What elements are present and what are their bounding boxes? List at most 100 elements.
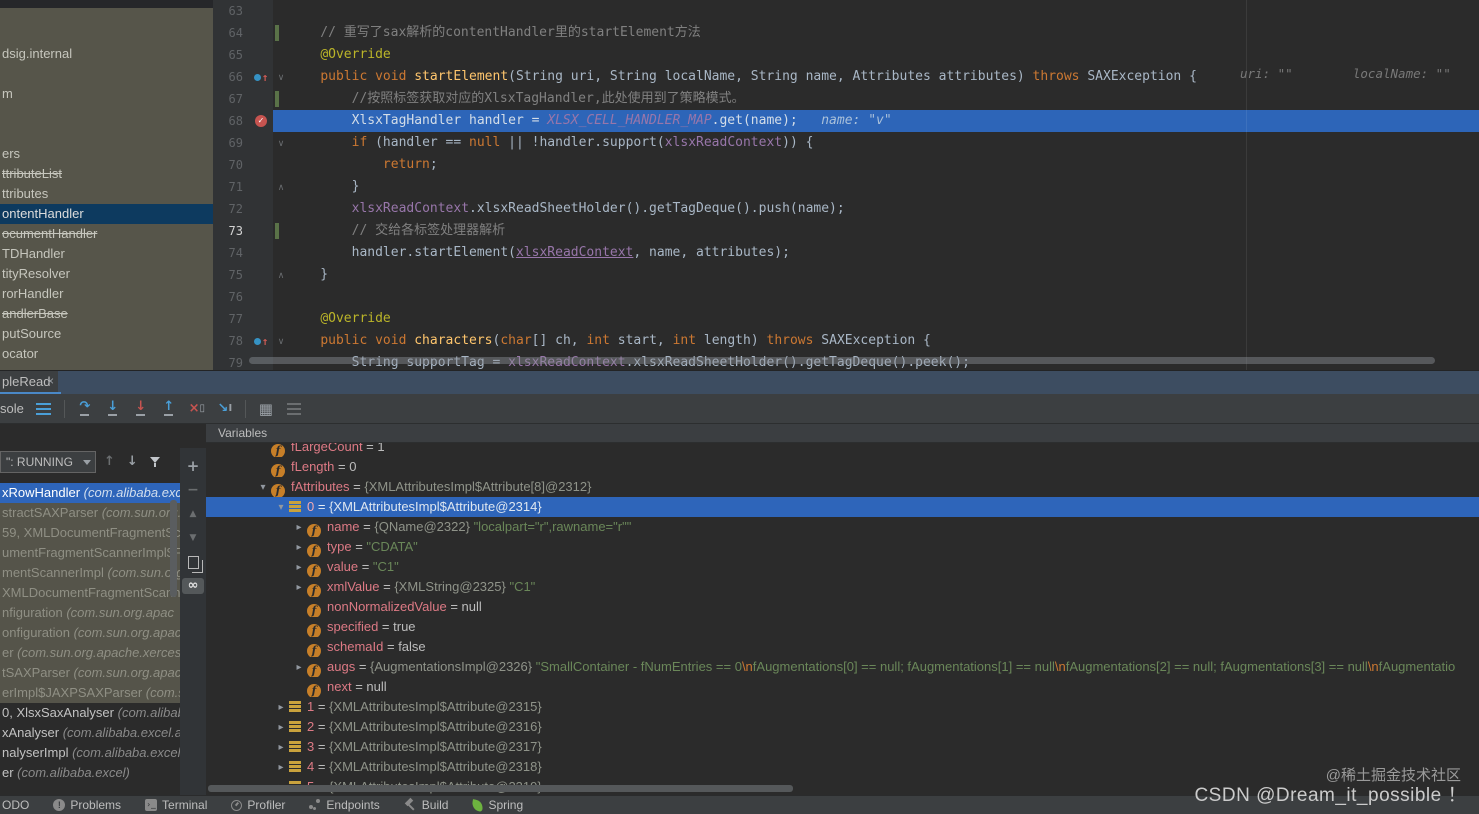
statusbar-item-endpoints[interactable]: Endpoints (309, 798, 379, 812)
editor-pane[interactable]: 6364 // 重写了sax解析的contentHandler里的startEl… (213, 0, 1479, 370)
code-line-71[interactable]: 71∧ } (213, 176, 1479, 198)
frame-row[interactable]: xRowHandler (com.alibaba.exc (0, 483, 180, 503)
frame-row[interactable]: mentScannerImpl (com.sun.org. (0, 563, 180, 583)
variable-row-nonNormalizedValue[interactable]: fnonNormalizedValue = null (206, 597, 1479, 617)
frame-row[interactable]: XMLDocumentFragmentScanne (0, 583, 180, 603)
chevron-closed-icon[interactable]: ▸ (291, 578, 307, 597)
step-over-button[interactable]: ↷ (73, 397, 97, 421)
project-item-tdhandler[interactable]: TDHandler (0, 244, 213, 264)
overrides-method-icon[interactable]: ↑ (254, 71, 269, 84)
frame-row[interactable]: tSAXParser (com.sun.org.apach (0, 663, 180, 683)
code-line-63[interactable]: 63 (213, 0, 1479, 22)
project-item-tityresolver[interactable]: tityResolver (0, 264, 213, 284)
variable-row-2[interactable]: ▸2 = {XMLAttributesImpl$Attribute@2316} (206, 717, 1479, 737)
variable-row-name[interactable]: ▸fname = {QName@2322} "localpart="r",raw… (206, 517, 1479, 537)
tab-close-icon[interactable]: × (47, 374, 54, 388)
overrides-method-icon[interactable]: ↑ (254, 335, 269, 348)
step-out-button[interactable]: ↑ (157, 397, 181, 421)
frame-row[interactable]: nfiguration (com.sun.org.apac (0, 603, 180, 623)
chevron-closed-icon[interactable]: ▸ (273, 698, 289, 717)
step-into-button[interactable]: ↓ (101, 397, 125, 421)
variable-row-xmlValue[interactable]: ▸fxmlValue = {XMLString@2325} "C1" (206, 577, 1479, 597)
evaluate-expression-icon[interactable]: ▦ (254, 397, 278, 421)
fold-icon[interactable]: ∨ (278, 72, 285, 83)
code-line-64[interactable]: 64 // 重写了sax解析的contentHandler里的startElem… (213, 22, 1479, 44)
project-item-ttributes[interactable]: ttributes (0, 184, 213, 204)
project-item-ocator[interactable]: ocator (0, 344, 213, 364)
frames-scrollbar[interactable] (170, 500, 177, 597)
thread-selector-dropdown[interactable]: ": RUNNING (0, 451, 96, 473)
code-line-65[interactable]: 65 @Override (213, 44, 1479, 66)
project-item-ers[interactable]: ers (0, 144, 213, 164)
project-item-ttributelist[interactable]: ttributeList (0, 164, 213, 184)
variable-row-3[interactable]: ▸3 = {XMLAttributesImpl$Attribute@2317} (206, 737, 1479, 757)
code-line-67[interactable]: 67 //按照标签获取对应的XlsxTagHandler,此处使用到了策略模式。 (213, 88, 1479, 110)
chevron-closed-icon[interactable]: ▸ (291, 538, 307, 557)
breakpoint-icon[interactable]: ✓ (255, 115, 267, 127)
statusbar-item-problems[interactable]: ! Problems (53, 798, 121, 812)
variables-horizontal-scrollbar[interactable] (208, 785, 793, 792)
project-item-andlerbase[interactable]: andlerBase (0, 304, 213, 324)
fold-icon[interactable]: ∧ (278, 270, 285, 281)
code-line-77[interactable]: 77 @Override (213, 308, 1479, 330)
chevron-closed-icon[interactable]: ▸ (291, 658, 307, 677)
project-item-dsig.internal[interactable]: dsig.internal (0, 44, 213, 64)
chevron-closed-icon[interactable]: ▸ (273, 738, 289, 757)
statusbar-item-profiler[interactable]: Profiler (231, 798, 285, 812)
editor-horizontal-scrollbar[interactable] (249, 357, 1435, 364)
code-line-78[interactable]: 78↑∨ public void characters(char[] ch, i… (213, 330, 1479, 352)
frame-row[interactable]: 59, XMLDocumentFragmentSc (0, 523, 180, 543)
layout-settings-icon[interactable] (32, 397, 56, 421)
move-down-icon[interactable]: ▼ (180, 526, 206, 550)
frame-up-icon[interactable]: ↑ (104, 456, 115, 468)
chevron-closed-icon[interactable]: ▸ (273, 758, 289, 777)
frame-row[interactable]: er (com.alibaba.excel) (0, 763, 180, 783)
frame-row[interactable]: 0, XlsxSaxAnalyser (com.alibaba (0, 703, 180, 723)
project-item-putsource[interactable]: putSource (0, 324, 213, 344)
variable-row-type[interactable]: ▸ftype = "CDATA" (206, 537, 1479, 557)
chevron-closed-icon[interactable]: ▸ (273, 718, 289, 737)
fold-icon[interactable]: ∧ (278, 182, 285, 193)
chevron-open-icon[interactable]: ▾ (273, 498, 289, 517)
code-line-72[interactable]: 72 xlsxReadContext.xlsxReadSheetHolder()… (213, 198, 1479, 220)
project-item-ocumenthandler[interactable]: ocumentHandler (0, 224, 213, 244)
statusbar-item-terminal[interactable]: ›_ Terminal (145, 798, 207, 812)
run-to-cursor-button[interactable]: ↘I (213, 397, 237, 421)
statusbar-item-todo[interactable]: ODO (2, 798, 29, 812)
code-line-73[interactable]: 73 // 交给各标签处理器解析 (213, 220, 1479, 242)
force-step-into-button[interactable]: ↓ (129, 397, 153, 421)
frame-row[interactable]: nalyserImpl (com.alibaba.excel. (0, 743, 180, 763)
frame-row[interactable]: stractSAXParser (com.sun.org. (0, 503, 180, 523)
move-up-icon[interactable]: ▲ (180, 502, 206, 526)
copy-icon[interactable] (180, 550, 206, 574)
frame-down-icon[interactable]: ↓ (127, 456, 138, 468)
code-line-70[interactable]: 70 return; (213, 154, 1479, 176)
variable-row-schemaId[interactable]: fschemaId = false (206, 637, 1479, 657)
code-line-68[interactable]: 68✓ XlsxTagHandler handler = XLSX_CELL_H… (213, 110, 1479, 132)
variable-row-next[interactable]: fnext = null (206, 677, 1479, 697)
variable-row-fAttributes[interactable]: ▾ffAttributes = {XMLAttributesImpl$Attri… (206, 477, 1479, 497)
frame-row[interactable]: onfiguration (com.sun.org.apac (0, 623, 180, 643)
console-tab-label[interactable]: sole (0, 401, 24, 416)
variable-row-1[interactable]: ▸1 = {XMLAttributesImpl$Attribute@2315} (206, 697, 1479, 717)
add-watch-icon[interactable]: + (180, 454, 206, 478)
frame-row[interactable]: umentFragmentScannerImpl$Fr (0, 543, 180, 563)
watch-return-values-icon[interactable]: ∞ (180, 574, 206, 598)
project-item-ontenthandler[interactable]: ontentHandler (0, 204, 213, 224)
code-line-69[interactable]: 69∨ if (handler == null || !handler.supp… (213, 132, 1479, 154)
variable-row-fLength[interactable]: ffLength = 0 (206, 457, 1479, 477)
variable-row-augs[interactable]: ▸faugs = {AugmentationsImpl@2326} "Small… (206, 657, 1479, 677)
project-item-rorhandler[interactable]: rorHandler (0, 284, 213, 304)
frame-row[interactable]: erImpl$JAXPSAXParser (com.su (0, 683, 180, 703)
statusbar-item-spring[interactable]: Spring (472, 798, 523, 812)
variable-row-0[interactable]: ▾0 = {XMLAttributesImpl$Attribute@2314} (206, 497, 1479, 517)
variable-row-value[interactable]: ▸fvalue = "C1" (206, 557, 1479, 577)
frame-row[interactable]: xAnalyser (com.alibaba.excel.an (0, 723, 180, 743)
project-item-m[interactable]: m (0, 84, 213, 104)
chevron-closed-icon[interactable]: ▸ (291, 518, 307, 537)
code-line-74[interactable]: 74 handler.startElement(xlsxReadContext,… (213, 242, 1479, 264)
remove-watch-icon[interactable]: − (180, 478, 206, 502)
variable-row-fLargeCount[interactable]: ffLargeCount = 1 (206, 443, 1479, 457)
chevron-closed-icon[interactable]: ▸ (291, 558, 307, 577)
statusbar-item-build[interactable]: Build (404, 798, 449, 812)
